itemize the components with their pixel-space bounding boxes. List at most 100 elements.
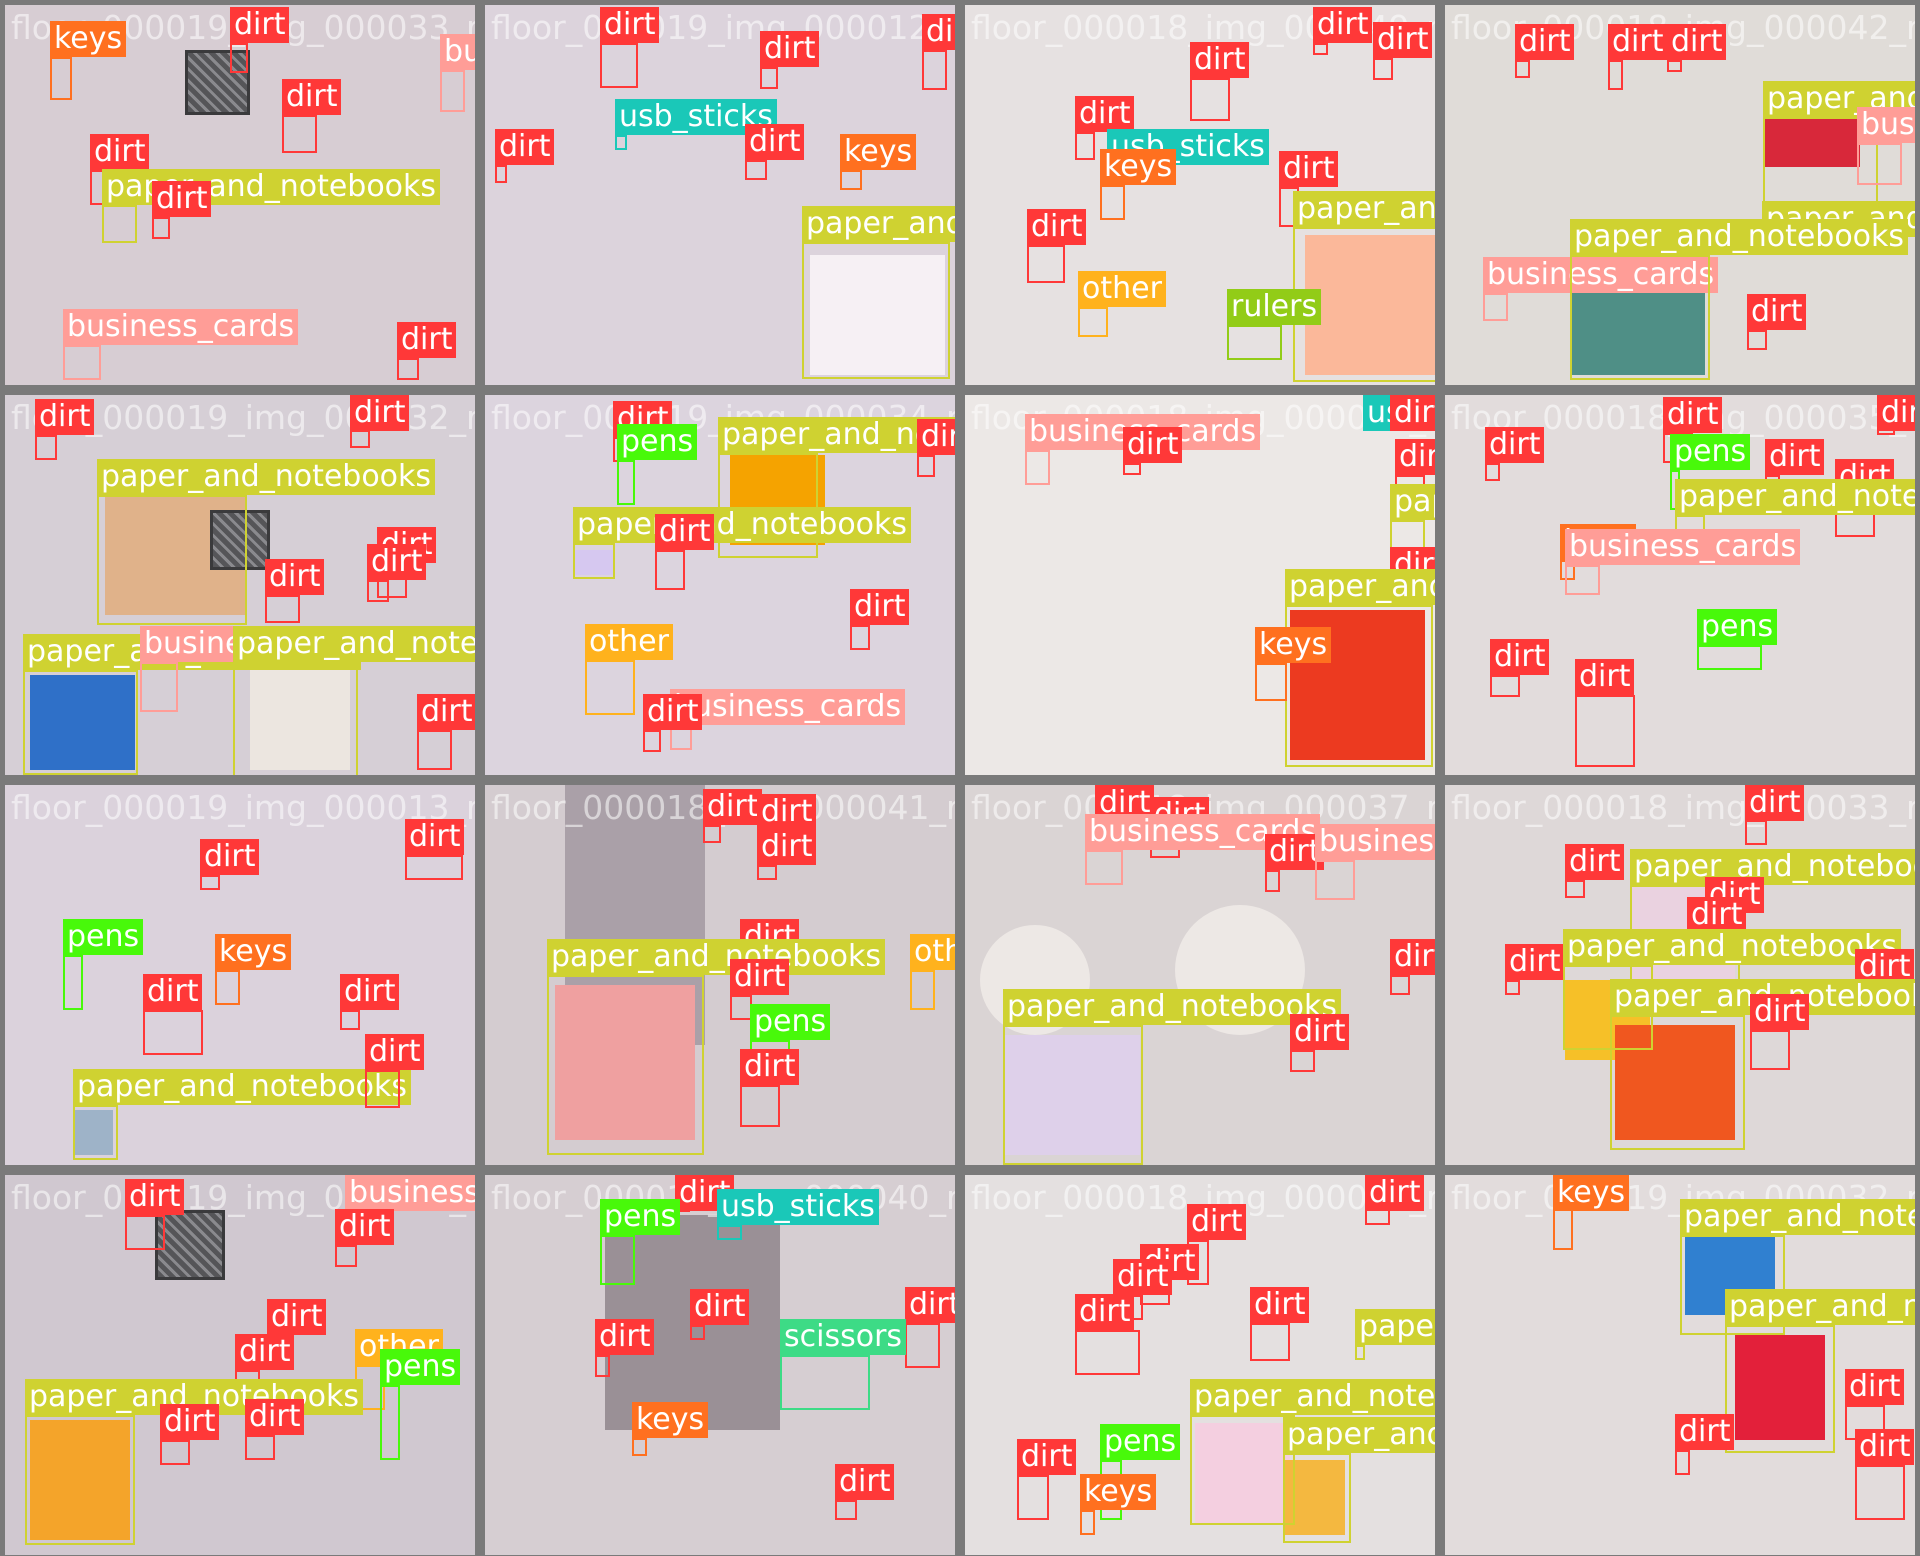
mosaic-tile: floor_000018_img_000049_r0_ dirt dirt dirt d… <box>965 5 1435 385</box>
detection-label: paper_and_notebooks <box>1390 484 1435 520</box>
detection-box <box>1265 870 1280 892</box>
detection-box <box>1608 60 1623 90</box>
detection-box <box>1667 60 1682 72</box>
detection-label: dirt <box>1373 22 1433 58</box>
mosaic-tile: floor_000019_img_000040_r0_dirtpensusb_s… <box>485 1175 955 1555</box>
detection-box <box>802 242 950 379</box>
mosaic-tile: floor_000018_img_000041_r0_dirtdirtdirtd… <box>485 785 955 1165</box>
detection-box <box>1017 1475 1049 1520</box>
detection-box <box>547 975 704 1155</box>
detection-box <box>745 160 767 180</box>
detection-box <box>143 1010 203 1055</box>
detection-box <box>1313 43 1328 55</box>
detection-box <box>63 345 101 380</box>
mosaic-tile: floor_000019_img_000034_r0_dirtpenspaper… <box>485 395 955 775</box>
detection-box <box>1075 1330 1140 1375</box>
detection-label: dirt <box>1250 1287 1310 1323</box>
detection-label: pens <box>1697 609 1778 645</box>
mosaic-tile: floor_000018_img_000035_r0_dirtdirtpensd… <box>1445 395 1915 775</box>
detection-label: business_cards <box>1565 529 1801 565</box>
tile-filename: floor_000019_img_000012_r0_ <box>491 8 955 47</box>
detection-label: dirt <box>1565 844 1625 880</box>
detection-label: pens <box>600 1199 681 1235</box>
detection-box <box>63 955 83 1010</box>
detection-label: dirt <box>1745 785 1805 821</box>
mosaic-tile: floor_000018_img_000037_r0_dirtdirtbusin… <box>965 785 1435 1165</box>
detection-label: paper_and_notebooks <box>1293 191 1435 227</box>
detection-label: dirt <box>757 829 817 865</box>
detection-label: dirt <box>1845 1369 1905 1405</box>
detection-box <box>1227 325 1282 360</box>
detection-box <box>1255 663 1287 701</box>
detection-label: dirt <box>1365 1175 1425 1211</box>
detection-box <box>1553 1205 1573 1250</box>
detection-label: dirt <box>917 419 955 455</box>
detection-box <box>152 217 170 239</box>
detection-label: rulers <box>1227 289 1322 325</box>
detection-label: dirt <box>1113 1259 1173 1295</box>
detection-label: dirt <box>160 1404 220 1440</box>
detection-box <box>365 1070 400 1108</box>
detection-label: dirt <box>850 589 910 625</box>
detection-label: paper_and_notebooks <box>1190 1379 1435 1415</box>
detection-box <box>615 135 627 150</box>
detection-box <box>1610 1015 1745 1150</box>
detection-label: business_cards <box>345 1175 475 1211</box>
detection-box <box>50 57 72 100</box>
detection-label: keys <box>840 134 917 170</box>
detection-label: dirt <box>335 1209 395 1245</box>
detection-label: dirt <box>1687 897 1747 933</box>
mosaic-tile: floor_000018_img_000036_r0_ dirt dirt dirt d… <box>965 1175 1435 1555</box>
detection-box <box>1565 880 1585 898</box>
detection-box <box>350 430 370 448</box>
detection-box <box>1003 1025 1143 1165</box>
detection-label: other <box>910 934 955 970</box>
detection-box <box>910 970 935 1010</box>
detection-label: dirt <box>495 129 555 165</box>
detection-box <box>1283 1453 1351 1543</box>
detection-box <box>1570 255 1710 380</box>
detection-label: dirt <box>1190 42 1250 78</box>
detection-label: business_cards <box>1315 824 1435 860</box>
detection-label: dirt <box>267 1299 327 1335</box>
detection-label: business_cards <box>63 309 299 345</box>
detection-label: dirt <box>152 181 212 217</box>
detection-box <box>835 1500 857 1520</box>
detection-label: business_cards <box>670 689 906 725</box>
detection-box <box>440 70 465 112</box>
detection-box <box>1857 143 1902 185</box>
mosaic-tile: floor_000019_img_000032_r0_ keys paper_and… <box>1445 1175 1915 1555</box>
drain-grate <box>155 1210 225 1280</box>
detection-box <box>1505 980 1520 995</box>
detection-box <box>617 460 635 505</box>
detection-box <box>1078 307 1108 337</box>
detection-label: dirt <box>1395 439 1435 475</box>
detection-box <box>1697 645 1762 670</box>
detection-label: dirt <box>1485 427 1545 463</box>
detection-box <box>717 1225 742 1240</box>
detection-label: dirt <box>230 7 290 43</box>
detection-box <box>600 1235 635 1285</box>
detection-label: dirt <box>600 7 660 43</box>
detection-label: dirt <box>1313 7 1373 43</box>
detection-box <box>367 580 389 602</box>
detection-box <box>73 1105 118 1160</box>
detection-box <box>1390 975 1410 995</box>
detection-label: paper_and_notebooks <box>233 626 475 662</box>
detection-box <box>1515 60 1530 78</box>
detection-label: paper_and_notebooks <box>1563 929 1902 965</box>
detection-label: dirt <box>1877 395 1915 431</box>
detection-box <box>1373 58 1393 80</box>
detection-box <box>405 855 463 880</box>
detection-label: paper_and_notebooks <box>1570 219 1909 255</box>
detection-box <box>1565 565 1600 595</box>
mosaic-tile: floor_000018_img_000033_r0_usb_sticksdir… <box>965 395 1435 775</box>
detection-box <box>340 1010 360 1030</box>
detection-box <box>1355 1345 1365 1360</box>
detection-label: dirt <box>1290 1014 1350 1050</box>
detection-label: keys <box>1553 1175 1630 1211</box>
detection-label: keys <box>1255 627 1332 663</box>
detection-label: dirt <box>125 1179 185 1215</box>
detection-label: keys <box>1080 1474 1157 1510</box>
detection-box <box>1490 675 1520 697</box>
